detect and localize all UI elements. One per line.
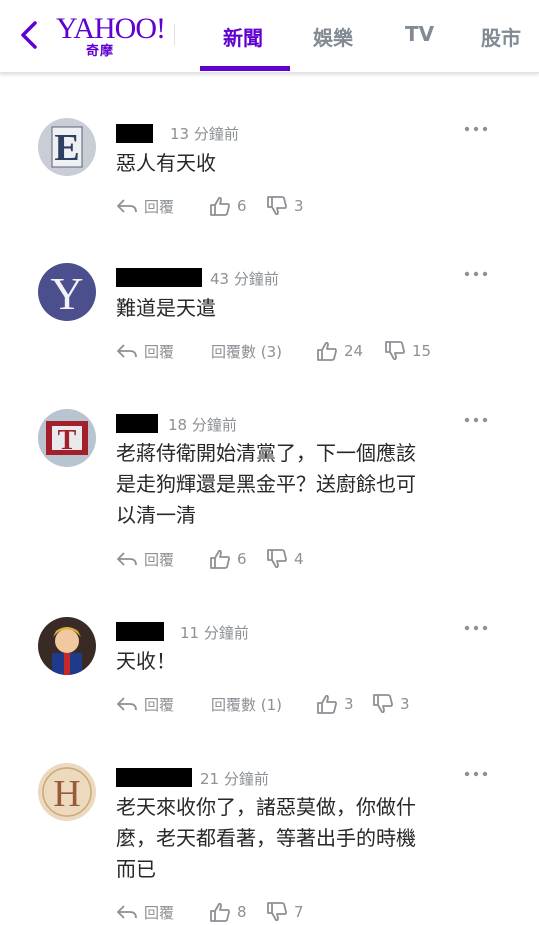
reply-button[interactable]: 回覆 [116, 338, 174, 364]
like-button[interactable]: 8 [209, 899, 247, 925]
redacted-username [116, 124, 153, 143]
reply-icon [117, 344, 137, 358]
comment-text: 惡人有天收 [116, 151, 216, 175]
reply-count-label: 回覆數 (1) [211, 695, 283, 714]
comment-text: 難道是天遣 [116, 296, 216, 320]
redacted-username [116, 622, 164, 641]
dislike-button[interactable]: 3 [266, 193, 304, 219]
reply-icon [117, 697, 137, 711]
dislike-button[interactable]: 15 [384, 338, 431, 364]
thumbs-down-icon [373, 694, 393, 714]
comment-time: 21 分鐘前 [200, 770, 269, 788]
reply-label: 回覆 [144, 197, 175, 216]
like-count: 6 [237, 197, 247, 215]
letter-e-avatar[interactable]: E [38, 118, 96, 176]
like-button[interactable]: 6 [209, 193, 247, 219]
dislike-button[interactable]: 7 [266, 899, 304, 925]
more-options-icon[interactable] [464, 270, 488, 278]
reply-button[interactable]: 回覆 [116, 546, 174, 572]
back-arrow-icon[interactable] [18, 20, 40, 50]
comment-actions: 回覆 6 3 [116, 193, 516, 219]
comment-time: 43 分鐘前 [210, 270, 279, 288]
svg-text:T: T [58, 425, 77, 456]
cartoon-avatar[interactable] [38, 617, 96, 675]
more-options-icon[interactable] [464, 125, 488, 133]
thumbs-down-icon [267, 196, 287, 216]
letter-h-avatar[interactable]: H [38, 763, 96, 821]
redacted-username [116, 414, 158, 433]
dislike-count: 7 [294, 903, 304, 921]
comment-time: 18 分鐘前 [168, 416, 237, 434]
comment-text: 老蔣侍衛開始清黨了，下一個應該 是走狗輝還是黑金平？送廚餘也可 以清一清 [116, 441, 416, 527]
reply-button[interactable]: 回覆 [116, 193, 174, 219]
reply-icon [117, 552, 137, 566]
like-count: 8 [237, 903, 247, 921]
like-count: 3 [344, 695, 354, 713]
reply-count-label: 回覆數 (3) [211, 342, 283, 361]
thumbs-up-icon [317, 341, 337, 361]
redacted-username [116, 268, 202, 287]
reply-label: 回覆 [144, 903, 175, 922]
reply-button[interactable]: 回覆 [116, 691, 174, 717]
reply-icon [117, 905, 137, 919]
active-tab-indicator [200, 66, 290, 71]
comment-text: 天收！ [116, 649, 176, 673]
reply-button[interactable]: 回覆 [116, 899, 174, 925]
view-replies-button[interactable]: 回覆數 (1) [211, 691, 282, 717]
dislike-count: 3 [294, 197, 304, 215]
comment-text: 老天來收你了，諸惡莫做，你做什 麼，老天都看著，等著出手的時機 而已 [116, 795, 416, 881]
yahoo-logo[interactable]: YAHOO! 奇摩 [56, 12, 166, 59]
dislike-count: 3 [400, 695, 410, 713]
like-button[interactable]: 3 [316, 691, 354, 717]
tab-entertainment[interactable]: 娛樂 [313, 22, 353, 51]
more-options-icon[interactable] [464, 624, 488, 632]
more-options-icon[interactable] [464, 416, 488, 424]
view-replies-button[interactable]: 回覆數 (3) [211, 338, 282, 364]
thumbs-up-icon [210, 549, 230, 569]
dislike-count: 15 [412, 342, 432, 360]
tab-news[interactable]: 新聞 [223, 22, 263, 51]
dislike-button[interactable]: 3 [372, 691, 410, 717]
comment-actions: 回覆 6 4 [116, 546, 516, 572]
reply-label: 回覆 [144, 550, 175, 569]
thumbs-down-icon [267, 902, 287, 922]
comment-time: 13 分鐘前 [170, 125, 239, 143]
svg-text:E: E [54, 127, 79, 169]
like-count: 6 [237, 550, 247, 568]
svg-text:Y: Y [50, 268, 83, 319]
redacted-username [116, 768, 192, 787]
letter-t-avatar[interactable]: T [38, 409, 96, 467]
reply-label: 回覆 [144, 342, 175, 361]
thumbs-up-icon [210, 902, 230, 922]
thumbs-up-icon [210, 196, 230, 216]
thumbs-up-icon [317, 694, 337, 714]
header-divider [174, 24, 175, 46]
more-options-icon[interactable] [464, 770, 488, 778]
letter-y-avatar[interactable]: Y [38, 263, 96, 321]
logo-subtext: 奇摩 [86, 44, 115, 59]
comment-actions: 回覆 回覆數 (1) 3 3 [116, 691, 516, 717]
comment-actions: 回覆 回覆數 (3) 24 15 [116, 338, 516, 364]
dislike-button[interactable]: 4 [266, 546, 304, 572]
thumbs-down-icon [385, 341, 405, 361]
tab-stocks[interactable]: 股市 [481, 22, 521, 51]
comment-actions: 回覆 8 7 [116, 899, 516, 925]
like-button[interactable]: 6 [209, 546, 247, 572]
like-button[interactable]: 24 [316, 338, 363, 364]
reply-icon [117, 199, 137, 213]
dislike-count: 4 [294, 550, 304, 568]
tab-tv[interactable]: TV [405, 22, 434, 46]
svg-text:H: H [53, 773, 80, 815]
top-nav-bar: YAHOO! 奇摩 新聞 娛樂 TV 股市 [0, 0, 539, 73]
reply-label: 回覆 [144, 695, 175, 714]
comment-time: 11 分鐘前 [180, 624, 249, 642]
like-count: 24 [344, 342, 364, 360]
thumbs-down-icon [267, 549, 287, 569]
